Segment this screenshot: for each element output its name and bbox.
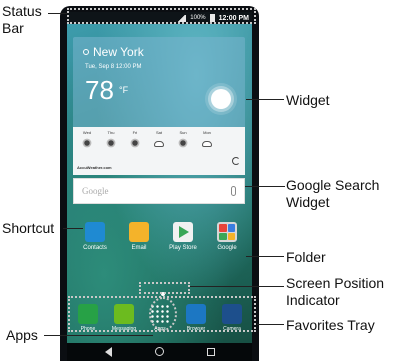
contacts-icon: [85, 222, 105, 242]
recent-apps-icon[interactable]: [207, 348, 215, 356]
partly-sunny-icon: [180, 140, 186, 146]
indicator-highlight: [139, 282, 190, 294]
sun-icon: [211, 89, 231, 109]
search-placeholder: Google: [82, 186, 109, 196]
callout-line: [48, 13, 67, 14]
callout-apps: Apps: [6, 327, 38, 343]
google-folder[interactable]: Google: [205, 222, 249, 251]
sun-icon: [108, 140, 114, 146]
cloud-icon: [202, 141, 212, 147]
mic-icon[interactable]: [231, 186, 236, 196]
weather-unit: °F: [119, 85, 129, 95]
callout-line: [44, 335, 153, 336]
cloud-icon: [154, 141, 164, 147]
callout-line: [246, 99, 284, 100]
weather-date: Tue, Sep 8 12:00 PM: [85, 64, 142, 70]
app-label: Play Store: [169, 245, 197, 251]
folder-icon: [217, 222, 237, 242]
forecast-day: Sat: [155, 130, 162, 135]
callout-screen-position-indicator: Screen Position Indicator: [286, 275, 385, 308]
forecast-day: Mon: [203, 130, 211, 135]
callout-shortcut: Shortcut: [2, 220, 55, 236]
forecast-day: Thu: [107, 130, 115, 135]
callout-status-bar: Status Bar: [2, 3, 42, 36]
refresh-icon[interactable]: [232, 157, 240, 165]
home-icon[interactable]: [155, 347, 164, 356]
forecast-day: Sun: [179, 130, 187, 135]
weather-city-label: New York: [93, 45, 144, 59]
callout-google-search-widget: Google Search Widget: [286, 177, 380, 210]
weather-city: New York: [83, 45, 144, 59]
apps-highlight: [149, 297, 177, 331]
status-bar-highlight: [67, 8, 256, 24]
play-store-shortcut[interactable]: Play Store: [161, 222, 205, 251]
callout-favorites-tray: Favorites Tray: [286, 317, 375, 333]
weather-widget[interactable]: New York Tue, Sep 8 12:00 PM 78 °F Wed T…: [73, 37, 245, 175]
callout-line: [245, 186, 285, 187]
sun-icon: [132, 140, 138, 146]
callout-folder: Folder: [286, 249, 326, 265]
email-shortcut[interactable]: Email: [117, 222, 161, 251]
app-label: Email: [131, 245, 147, 251]
forecast-day: Wed: [82, 130, 92, 135]
forecast-day: Fri: [132, 130, 138, 135]
weather-provider[interactable]: AccuWeather.com: [77, 165, 112, 170]
callout-line: [63, 228, 83, 229]
app-label: Google: [217, 245, 237, 251]
back-icon[interactable]: [105, 347, 112, 357]
callout-widget: Widget: [286, 92, 330, 108]
app-label: Contacts: [83, 245, 107, 251]
weather-temperature: 78: [85, 75, 114, 105]
google-search-widget[interactable]: Google: [73, 178, 245, 204]
location-pin-icon: [83, 49, 89, 55]
play-store-icon: [173, 222, 193, 242]
callout-line: [257, 324, 284, 325]
partly-sunny-icon: [84, 140, 90, 146]
navigation-bar: [67, 343, 252, 361]
weather-forecast: Wed Thu Fri Sat Sun Mon AccuWeather.com: [73, 127, 245, 175]
email-icon: [129, 222, 149, 242]
callout-line: [246, 256, 284, 257]
contacts-shortcut[interactable]: Contacts: [73, 222, 117, 251]
callout-line: [190, 286, 284, 287]
